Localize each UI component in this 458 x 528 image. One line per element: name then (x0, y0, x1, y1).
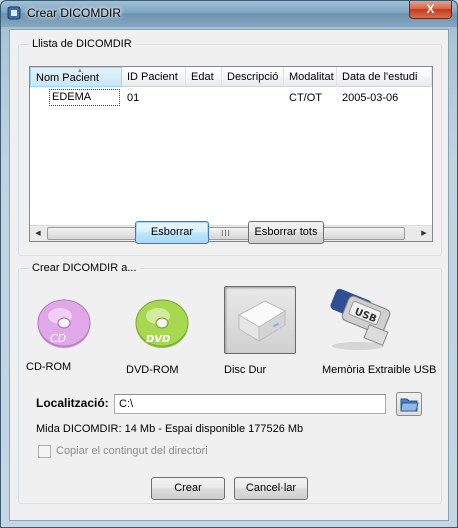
column-header-label: ID Pacient (127, 71, 178, 83)
device-dvd-rom[interactable]: DVD (132, 292, 192, 352)
column-header-label: Data de l'estudi (342, 71, 418, 83)
column-header-descripcio[interactable]: Descripció (222, 67, 284, 87)
dialog-window: Crear DICOMDIR X Llista de DICOMDIR ▲ No… (0, 0, 458, 528)
column-header-label: Descripció (227, 71, 279, 83)
column-header-edat[interactable]: Edat (186, 67, 222, 87)
hard-disk-icon (237, 300, 287, 342)
device-label-hard-disk: Disc Dur (224, 364, 267, 376)
location-label: Localització: (36, 396, 109, 410)
usb-drive-icon: USB (330, 288, 391, 350)
device-hard-disk[interactable] (224, 286, 296, 354)
cell-nom-pacient: EDEMA (49, 89, 120, 106)
device-cd-rom[interactable]: CD (34, 292, 94, 352)
app-icon (7, 6, 21, 20)
device-label-cd-rom: CD-ROM (26, 361, 72, 373)
table-row[interactable]: EDEMA 01 CT/OT 2005-03-06 (30, 89, 432, 107)
window-title: Crear DICOMDIR (27, 6, 122, 20)
open-folder-icon (400, 398, 419, 412)
sort-ascending-icon: ▲ (77, 68, 83, 74)
column-header-label: Modalitat (289, 71, 334, 83)
title-bar[interactable]: Crear DICOMDIR X (1, 1, 457, 27)
scrollbar-grip-icon: III (221, 229, 231, 238)
browse-folder-button[interactable] (396, 392, 422, 416)
create-dicomdir-group-title: Crear DICOMDIR a... (29, 262, 140, 274)
close-icon: X (426, 2, 435, 16)
scrollbar-thumb[interactable]: III (47, 227, 405, 240)
delete-button[interactable]: Esborrar (135, 221, 209, 244)
cd-icon: CD (37, 299, 91, 348)
device-label-usb: Memòria Extraible USB (322, 364, 437, 376)
dicomdir-size-info: Mida DICOMDIR: 14 Mb - Espai disponible … (36, 423, 304, 435)
device-usb[interactable]: USB (322, 288, 396, 354)
column-header-modalitat[interactable]: Modalitat (284, 67, 337, 87)
delete-all-button[interactable]: Esborrar tots (248, 221, 324, 244)
device-label-dvd-rom: DVD-ROM (126, 364, 179, 376)
location-input[interactable]: C:\ (114, 394, 386, 414)
cancel-button[interactable]: Cancel·lar (234, 477, 308, 500)
dicomdir-list-group-title: Llista de DICOMDIR (29, 38, 135, 50)
dvd-icon: DVD (135, 299, 189, 348)
column-header-nom-pacient[interactable]: ▲ Nom Pacient (30, 67, 122, 87)
listview-header: ▲ Nom Pacient ID Pacient Edat Descripció… (30, 67, 432, 87)
dicomdir-listview[interactable]: ▲ Nom Pacient ID Pacient Edat Descripció… (29, 66, 433, 242)
column-header-label: Edat (191, 71, 214, 83)
copy-directory-checkbox[interactable] (38, 445, 51, 458)
cell-id-pacient: 01 (127, 92, 140, 104)
dialog-client-area: Llista de DICOMDIR ▲ Nom Pacient ID Paci… (9, 29, 449, 521)
create-button[interactable]: Crear (151, 477, 225, 500)
cell-data-estudi: 2005-03-06 (342, 92, 399, 104)
cell-modalitat: CT/OT (289, 92, 322, 104)
scroll-right-arrow-icon[interactable]: ▶ (416, 226, 432, 242)
copy-directory-label: Copiar el contingut del directori (56, 445, 208, 457)
svg-text:DVD: DVD (146, 334, 170, 345)
scroll-left-arrow-icon[interactable]: ◀ (30, 226, 46, 242)
column-header-label: Nom Pacient (36, 72, 99, 84)
column-header-data-estudi[interactable]: Data de l'estudi (337, 67, 432, 87)
svg-text:CD: CD (50, 332, 66, 345)
horizontal-scrollbar[interactable]: ◀ III ▶ (30, 225, 432, 241)
column-header-id-pacient[interactable]: ID Pacient (122, 67, 186, 87)
close-button[interactable]: X (409, 1, 452, 19)
